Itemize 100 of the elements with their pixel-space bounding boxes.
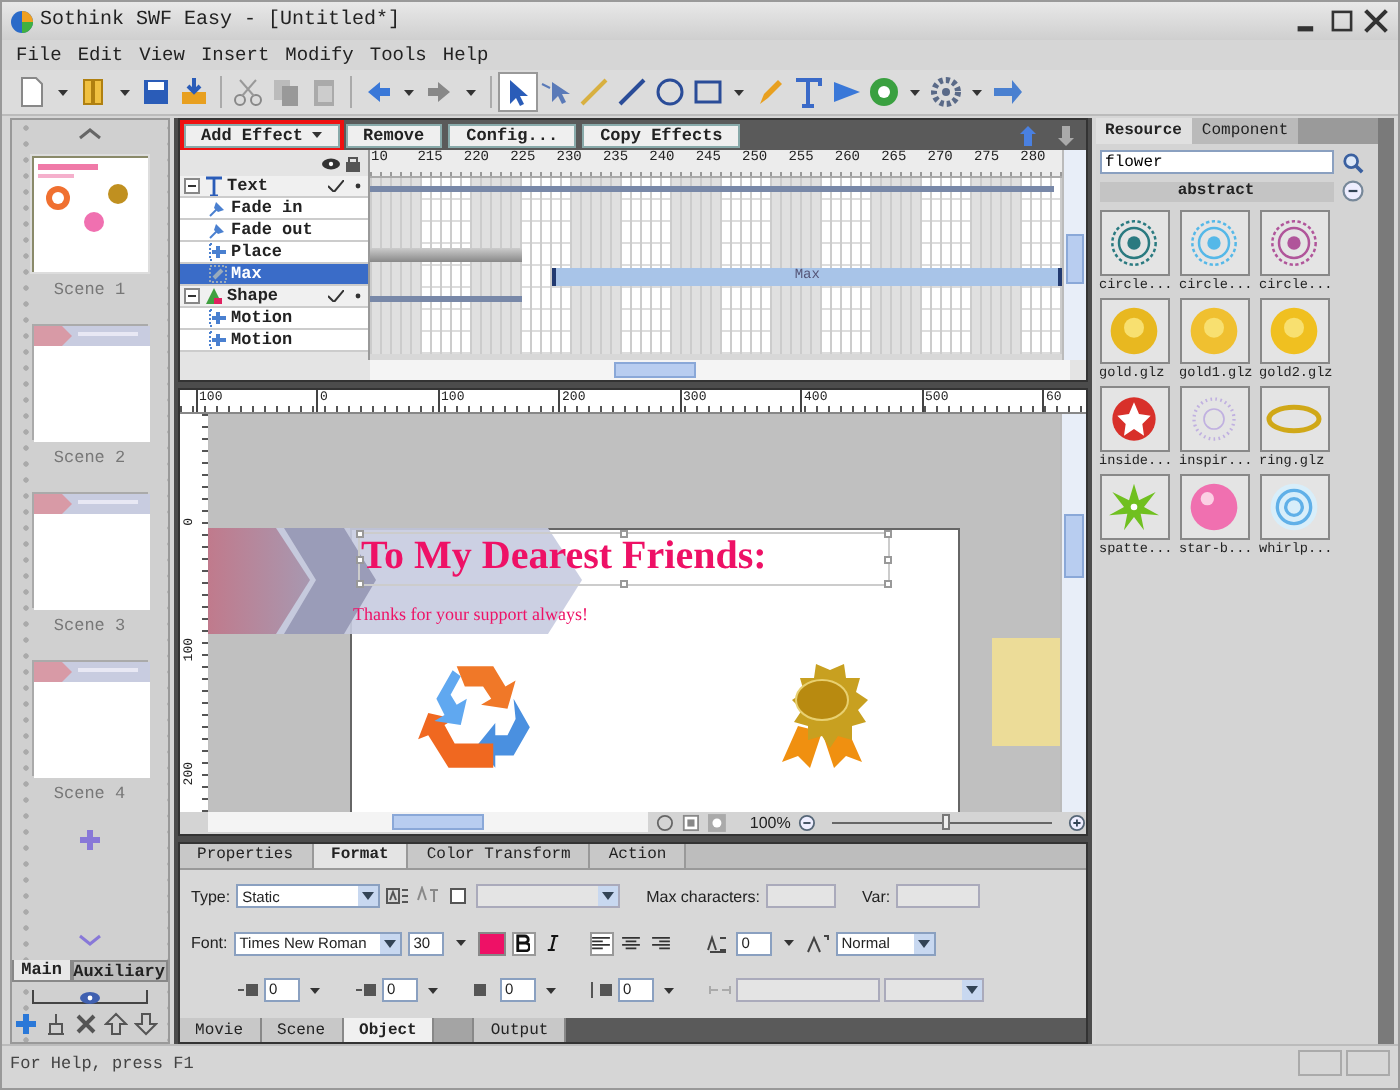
menu-item[interactable]: Tools [363,44,433,66]
pointer-button[interactable] [500,74,536,110]
tab[interactable]: Action [590,843,687,868]
tab[interactable]: Component [1191,118,1299,144]
close-icon[interactable] [1362,8,1390,34]
tab[interactable]: Object [343,1018,435,1043]
checkbox-icon[interactable] [446,886,471,907]
collapse-icon[interactable] [183,288,200,304]
fit-icon[interactable] [682,813,700,832]
field-label: Max characters: [646,887,760,906]
effect-row[interactable]: Motion [179,308,368,330]
import-button[interactable] [176,74,212,110]
scene-thumbnail[interactable] [31,492,148,608]
color-swatch[interactable] [477,931,506,956]
eye-icon[interactable] [79,992,100,1004]
tab[interactable]: Resource [1095,118,1192,144]
camera-icon[interactable] [707,813,726,832]
add-icon[interactable] [14,1012,38,1036]
horizontal-scrollbar[interactable] [369,360,1070,381]
lock-icon[interactable] [343,155,362,171]
gear-icon [930,76,962,108]
maximize-icon[interactable] [1328,8,1356,34]
tab[interactable]: Main [12,960,72,982]
align-left-button[interactable] [589,931,614,956]
scene-thumbnail[interactable] [31,156,148,272]
zoom-level: 100% [749,813,791,832]
caret-icon [466,89,476,95]
selection-box[interactable] [357,532,890,587]
brush-icon [754,76,786,108]
thumbnail-size-slider[interactable] [31,990,148,1004]
ellipse-button[interactable] [652,74,688,110]
check-icon[interactable] [327,180,344,192]
layer-row[interactable]: Shape [179,286,368,308]
effect-row[interactable]: Fade out [179,220,368,242]
input-field[interactable] [896,884,981,909]
caret-icon [910,89,920,95]
down-arrow-icon[interactable] [1057,125,1074,145]
duplicate-icon[interactable] [44,1012,68,1036]
save-button[interactable] [138,74,174,110]
tab[interactable]: Properties [179,843,314,868]
effect-button[interactable]: Copy Effects [582,123,741,147]
bold-button[interactable] [511,931,536,956]
lock-dot-icon[interactable] [353,292,362,300]
effect-row[interactable]: Fade in [179,198,368,220]
text-layer-icon [203,176,224,196]
effect-row[interactable]: Motion [179,330,368,352]
layer-row[interactable]: Text [179,176,368,198]
menu-item[interactable]: View [133,44,191,66]
text-border-icon[interactable] [386,886,411,907]
tab[interactable]: Movie [179,1018,262,1043]
menu-item[interactable]: File [10,44,68,66]
text-tool-button[interactable] [790,74,826,110]
line-button[interactable] [614,74,650,110]
copy-button[interactable] [268,74,304,110]
effect-button[interactable]: Remove [345,123,443,147]
tab[interactable]: Output [474,1018,567,1043]
zoom-in-icon[interactable] [1067,813,1085,832]
lock-dot-icon[interactable] [353,182,362,190]
search-icon[interactable] [1341,151,1364,173]
move-up-icon[interactable] [104,1012,128,1036]
search-field[interactable]: flower [1099,150,1334,174]
tab[interactable]: Format [313,843,409,868]
vertical-scrollbar[interactable] [1061,150,1086,361]
subselect-icon [540,76,572,108]
check-icon[interactable] [327,290,344,302]
menu-item[interactable]: Insert [194,44,276,66]
tab[interactable]: Color Transform [408,843,591,868]
vertical-scrollbar[interactable] [1059,414,1086,812]
tab[interactable]: Scene [261,1018,344,1043]
move-down-icon[interactable] [134,1012,158,1036]
menu-item[interactable]: Edit [71,44,130,66]
menu-item[interactable]: Modify [279,44,360,66]
target-dropdown[interactable] [883,978,984,1003]
gear-button[interactable] [928,74,964,110]
horizontal-scrollbar[interactable] [207,812,649,833]
up-arrow-icon[interactable] [1019,125,1036,145]
menu-item[interactable]: Help [436,44,495,66]
collapse-icon[interactable] [183,178,200,194]
effect-bar[interactable] [369,248,522,262]
link-field[interactable] [735,978,880,1003]
zoom-out-icon[interactable] [798,813,817,832]
globe-button[interactable] [866,74,902,110]
delete-icon[interactable] [74,1012,98,1036]
tab[interactable]: Auxiliary [71,960,168,982]
app-logo-icon [10,9,34,33]
hand-icon[interactable] [656,813,674,832]
scene-thumbnail[interactable] [31,660,148,776]
cut-button[interactable] [230,74,266,110]
effect-button[interactable]: Add Effect [183,123,340,147]
add-icon[interactable] [77,828,102,852]
collapse-icon[interactable] [1341,180,1364,202]
category-header[interactable]: abstract [1099,181,1334,201]
input-field[interactable] [766,884,836,909]
effect-row[interactable]: Max [179,264,368,286]
eye-icon[interactable] [321,155,340,171]
effect-button[interactable]: Config... [448,123,577,147]
scene-thumbnail[interactable] [31,324,148,440]
scroll-up-icon[interactable] [77,128,102,140]
scroll-down-icon[interactable] [77,934,102,946]
effect-row[interactable]: Place [179,242,368,264]
